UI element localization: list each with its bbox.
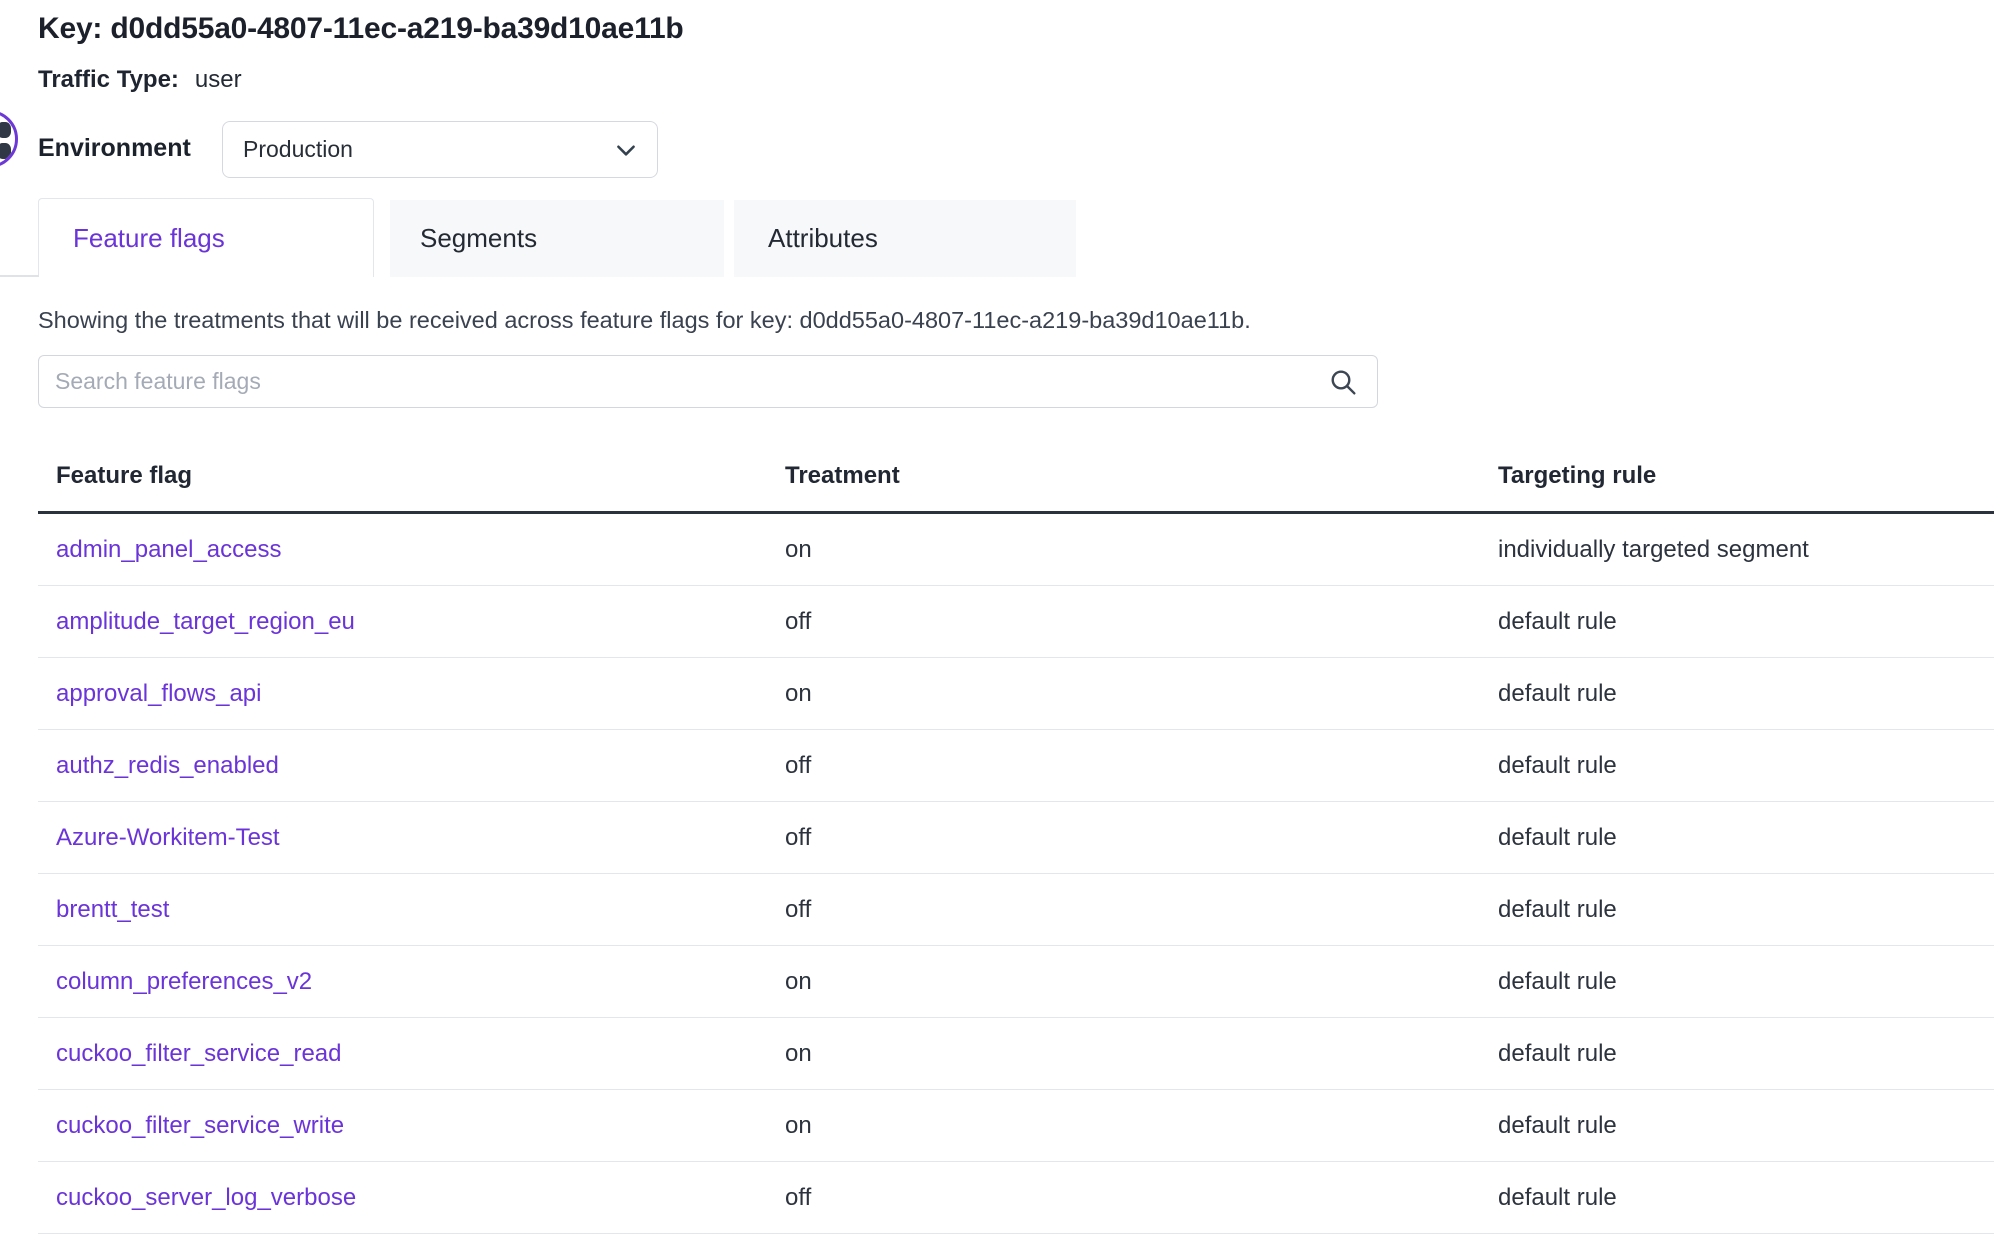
search-box bbox=[38, 355, 1378, 408]
table-row: column_preferences_v2 on default rule bbox=[38, 946, 1994, 1018]
tab-segments-label: Segments bbox=[420, 223, 537, 254]
column-header-treatment: Treatment bbox=[785, 462, 1498, 490]
environment-label: Environment bbox=[38, 134, 191, 163]
targeting-rule-value: default rule bbox=[1498, 896, 1994, 924]
table-row: cuckoo_filter_service_write on default r… bbox=[38, 1090, 1994, 1162]
help-bubble-glyph bbox=[0, 122, 11, 138]
treatment-value: off bbox=[785, 608, 1498, 636]
treatments-description: Showing the treatments that will be rece… bbox=[38, 307, 1251, 334]
targeting-rule-value: default rule bbox=[1498, 1040, 1994, 1068]
table-row: cuckoo_filter_service_read on default ru… bbox=[38, 1018, 1994, 1090]
search-input[interactable] bbox=[39, 356, 1327, 407]
targeting-rule-value: default rule bbox=[1498, 680, 1994, 708]
traffic-type-row: Traffic Type: user bbox=[38, 66, 242, 94]
treatment-value: off bbox=[785, 824, 1498, 852]
table-header-row: Feature flag Treatment Targeting rule bbox=[38, 441, 1994, 514]
search-icon[interactable] bbox=[1327, 366, 1359, 398]
feature-flag-link[interactable]: approval_flows_api bbox=[56, 680, 261, 707]
help-bubble-icon[interactable] bbox=[0, 110, 18, 168]
treatment-value: on bbox=[785, 968, 1498, 996]
help-bubble-glyph bbox=[0, 143, 11, 159]
treatment-value: off bbox=[785, 752, 1498, 780]
treatment-value: on bbox=[785, 680, 1498, 708]
traffic-type-value: user bbox=[195, 66, 242, 93]
feature-flag-link[interactable]: cuckoo_filter_service_read bbox=[56, 1040, 341, 1067]
tab-bar-divider bbox=[0, 275, 39, 277]
targeting-rule-value: default rule bbox=[1498, 608, 1994, 636]
feature-flag-link[interactable]: column_preferences_v2 bbox=[56, 968, 312, 995]
tab-segments[interactable]: Segments bbox=[390, 200, 724, 277]
feature-flag-link[interactable]: admin_panel_access bbox=[56, 536, 281, 563]
table-row: amplitude_target_region_eu off default r… bbox=[38, 586, 1994, 658]
page-title: Key: d0dd55a0-4807-11ec-a219-ba39d10ae11… bbox=[38, 12, 684, 46]
feature-flag-link[interactable]: cuckoo_filter_service_write bbox=[56, 1112, 344, 1139]
treatment-value: on bbox=[785, 1040, 1498, 1068]
tab-feature-flags[interactable]: Feature flags bbox=[38, 198, 374, 277]
targeting-rule-value: default rule bbox=[1498, 824, 1994, 852]
targeting-rule-value: default rule bbox=[1498, 968, 1994, 996]
tab-feature-flags-label: Feature flags bbox=[73, 223, 225, 254]
tab-attributes[interactable]: Attributes bbox=[734, 200, 1076, 277]
targeting-rule-value: default rule bbox=[1498, 1184, 1994, 1212]
tab-bar: Feature flags Segments Attributes bbox=[0, 198, 1994, 277]
table-row: Azure-Workitem-Test off default rule bbox=[38, 802, 1994, 874]
targeting-rule-value: default rule bbox=[1498, 1112, 1994, 1140]
treatment-value: on bbox=[785, 536, 1498, 564]
feature-flag-link[interactable]: amplitude_target_region_eu bbox=[56, 608, 355, 635]
table-row: admin_panel_access on individually targe… bbox=[38, 514, 1994, 586]
feature-flag-link[interactable]: brentt_test bbox=[56, 896, 169, 923]
feature-flag-link[interactable]: cuckoo_server_log_verbose bbox=[56, 1184, 356, 1211]
table-row: cuckoo_server_log_verbose off default ru… bbox=[38, 1162, 1994, 1234]
column-header-feature-flag: Feature flag bbox=[38, 462, 785, 490]
feature-flag-link[interactable]: Azure-Workitem-Test bbox=[56, 824, 280, 851]
table-row: authz_redis_enabled off default rule bbox=[38, 730, 1994, 802]
treatment-value: off bbox=[785, 896, 1498, 924]
treatment-value: on bbox=[785, 1112, 1498, 1140]
feature-flag-table: Feature flag Treatment Targeting rule ad… bbox=[38, 441, 1994, 1234]
treatment-value: off bbox=[785, 1184, 1498, 1212]
column-header-targeting-rule: Targeting rule bbox=[1498, 462, 1994, 490]
targeting-rule-value: default rule bbox=[1498, 752, 1994, 780]
tab-attributes-label: Attributes bbox=[768, 223, 878, 254]
feature-flag-link[interactable]: authz_redis_enabled bbox=[56, 752, 279, 779]
traffic-type-label: Traffic Type: bbox=[38, 66, 179, 93]
key-detail-page: Key: d0dd55a0-4807-11ec-a219-ba39d10ae11… bbox=[0, 0, 1994, 1252]
targeting-rule-value: individually targeted segment bbox=[1498, 536, 1994, 564]
environment-select[interactable]: Production bbox=[222, 121, 658, 178]
table-row: approval_flows_api on default rule bbox=[38, 658, 1994, 730]
chevron-down-icon bbox=[613, 137, 639, 163]
environment-select-value: Production bbox=[243, 136, 613, 163]
table-row: brentt_test off default rule bbox=[38, 874, 1994, 946]
